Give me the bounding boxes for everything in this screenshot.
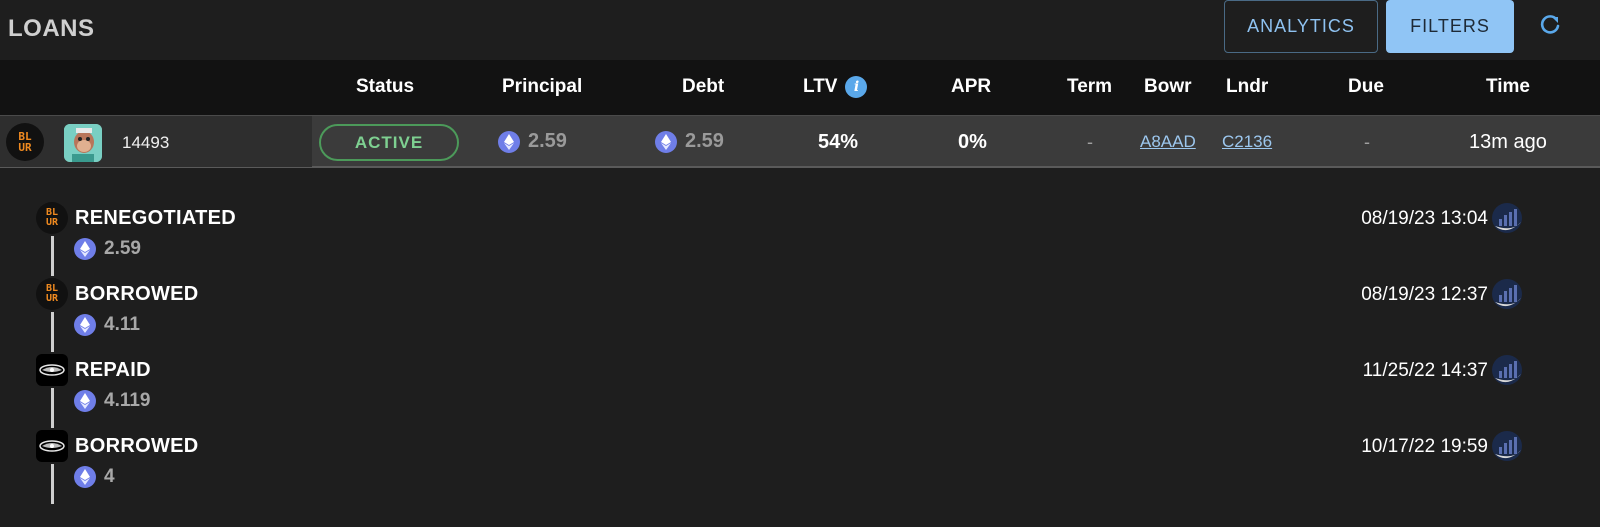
info-icon[interactable]: i: [845, 76, 868, 98]
timeline-connector: [51, 388, 54, 428]
event-amount: 2.59: [74, 238, 141, 260]
ethereum-icon: [498, 130, 520, 153]
event-datetime: 11/25/22 14:37: [1362, 360, 1488, 381]
blur-logo-icon: BL UR: [6, 123, 44, 161]
table-header: Status Principal Debt LTV i APR Term Bowr…: [0, 60, 1600, 115]
event-amount-value: 4.119: [104, 390, 151, 411]
ethereum-icon: [74, 466, 96, 488]
chart-icon[interactable]: [1491, 278, 1523, 310]
ethereum-icon: [74, 314, 96, 336]
chart-icon[interactable]: [1491, 202, 1523, 234]
top-bar: LOANS ANALYTICS FILTERS: [0, 0, 1600, 60]
column-bowr[interactable]: Bowr: [1144, 76, 1192, 98]
blur-logo-icon: BL UR: [36, 202, 68, 234]
ethereum-icon: [655, 130, 677, 153]
column-time[interactable]: Time: [1486, 76, 1530, 98]
ethereum-icon: [74, 390, 96, 412]
principal-cell: 2.59: [498, 130, 567, 153]
event-amount: 4.119: [74, 390, 151, 412]
column-status[interactable]: Status: [356, 76, 414, 98]
time-value: 13m ago: [1469, 131, 1547, 153]
debt-value: 2.59: [685, 130, 724, 152]
apr-value: 0%: [958, 131, 987, 153]
column-ltv[interactable]: LTV i: [803, 76, 868, 98]
term-value: -: [1087, 132, 1093, 152]
event-type: REPAID: [75, 359, 151, 381]
column-apr[interactable]: APR: [951, 76, 991, 98]
event-type: BORROWED: [75, 283, 199, 305]
nft-thumbnail[interactable]: [64, 124, 102, 162]
loan-row[interactable]: BL UR 14493 ACTIVE 2.59 2.59 54% 0% - A8A…: [0, 115, 1600, 168]
timeline-connector: [51, 236, 54, 276]
event-type: RENEGOTIATED: [75, 207, 237, 229]
principal-value: 2.59: [528, 130, 567, 152]
status-badge: ACTIVE: [319, 124, 459, 161]
blur-logo-icon: BL UR: [36, 278, 68, 310]
event-datetime: 08/19/23 13:04: [1361, 208, 1488, 229]
column-principal[interactable]: Principal: [502, 76, 582, 98]
lender-link[interactable]: C2136: [1222, 132, 1272, 152]
timeline-connector: [51, 464, 54, 504]
loan-history: BL UR RENEGOTIATED 2.59 08/19/23 13:04 BL…: [0, 168, 1600, 527]
event-amount: 4.11: [74, 314, 140, 336]
ethereum-icon: [74, 238, 96, 260]
token-id: 14493: [122, 133, 170, 152]
history-item: BL UR RENEGOTIATED 2.59 08/19/23 13:04: [36, 202, 1596, 278]
lending-platform-logo-icon: [36, 430, 68, 462]
event-amount-value: 4: [104, 466, 115, 487]
analytics-button[interactable]: ANALYTICS: [1224, 0, 1378, 53]
column-term[interactable]: Term: [1067, 76, 1112, 98]
column-ltv-label: LTV: [803, 76, 838, 98]
page-title: LOANS: [8, 15, 95, 42]
due-value: -: [1364, 132, 1370, 152]
chart-icon[interactable]: [1491, 430, 1523, 462]
event-amount-value: 4.11: [104, 314, 140, 335]
event-amount-value: 2.59: [104, 238, 141, 259]
lending-platform-logo-icon: [36, 354, 68, 386]
event-amount: 4: [74, 466, 115, 488]
filters-button[interactable]: FILTERS: [1386, 0, 1514, 53]
event-type: BORROWED: [75, 435, 199, 457]
debt-cell: 2.59: [655, 130, 724, 153]
event-datetime: 10/17/22 19:59: [1361, 436, 1488, 457]
event-datetime: 08/19/23 12:37: [1361, 284, 1488, 305]
history-item: REPAID 4.119 11/25/22 14:37: [36, 354, 1596, 430]
column-due[interactable]: Due: [1348, 76, 1384, 98]
column-lndr[interactable]: Lndr: [1226, 76, 1268, 98]
chart-icon[interactable]: [1491, 354, 1523, 386]
timeline-connector: [51, 312, 54, 352]
column-debt[interactable]: Debt: [682, 76, 724, 98]
history-item: BORROWED 4 10/17/22 19:59: [36, 430, 1596, 506]
borrower-link[interactable]: A8AAD: [1140, 132, 1196, 152]
history-item: BL UR BORROWED 4.11 08/19/23 12:37: [36, 278, 1596, 354]
refresh-icon[interactable]: [1533, 8, 1567, 42]
ltv-value: 54%: [818, 131, 859, 153]
